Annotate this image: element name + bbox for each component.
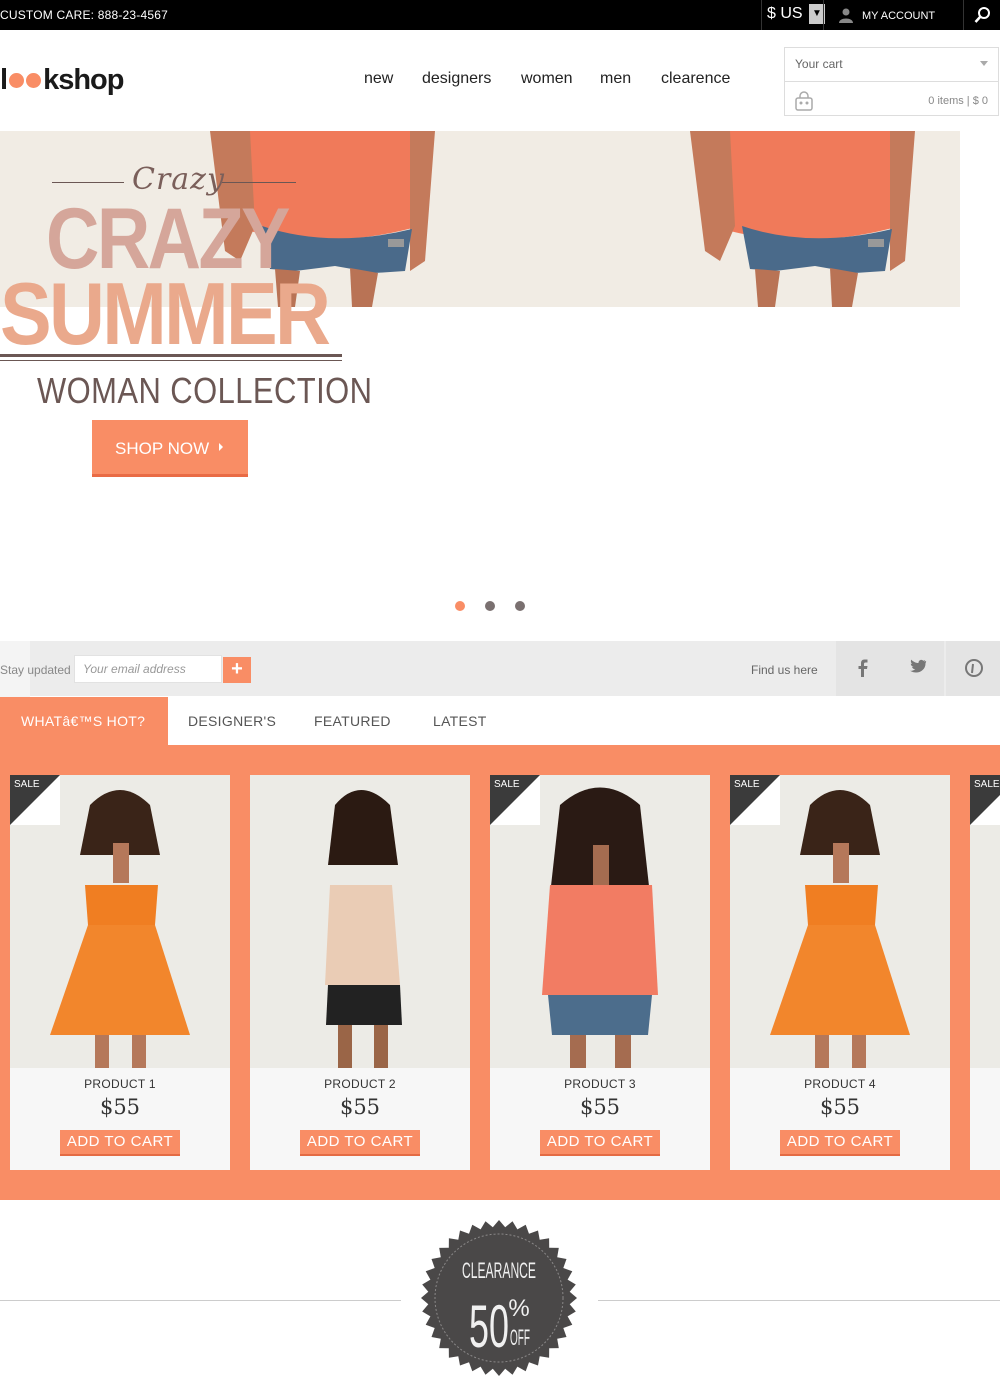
nav-item-women[interactable]: women: [521, 70, 573, 88]
clearance-badge[interactable]: CLEARANCE 50 % OFF: [421, 1220, 577, 1376]
plus-icon: +: [231, 658, 243, 680]
logo-suffix: kshop: [43, 63, 124, 96]
slider-dot-2[interactable]: [485, 601, 495, 611]
sale-label: SALE: [14, 779, 40, 790]
product-price: $55: [819, 1095, 861, 1119]
cart-widget[interactable]: Your cart 0 items | $ 0: [784, 47, 999, 116]
cart-title: Your cart: [795, 57, 843, 71]
tab-label: LATEST: [433, 713, 487, 729]
product-carousel: SALE PRODUCT 1 $55 ADD TO CART PRODUCT 2 $55 A…: [0, 745, 1000, 1200]
hero-subtitle: WOMAN COLLECTION: [37, 370, 373, 411]
clearance-word: CLEARANCE: [462, 1258, 536, 1283]
hero-gap: [960, 131, 1000, 307]
tab-label: WHATâ€™S HOT?: [21, 713, 146, 729]
logo[interactable]: l kshop: [0, 60, 124, 100]
product-card[interactable]: SALE PRODUCT 1 $55 ADD TO CART: [10, 775, 230, 1170]
sale-label: SALE: [974, 779, 1000, 790]
twitter-link[interactable]: [890, 641, 944, 696]
custom-care-text: CUSTOM CARE: 888-23-4567: [0, 8, 168, 22]
clearance-off: OFF: [510, 1325, 530, 1350]
search-button[interactable]: [963, 0, 1000, 30]
hero-title-line2: SUMMER: [0, 264, 331, 363]
cart-dropdown[interactable]: Your cart: [785, 48, 998, 82]
user-icon: [839, 8, 853, 23]
add-to-cart-button[interactable]: ADD TO CART: [540, 1130, 660, 1156]
cart-summary: 0 items | $ 0: [928, 95, 988, 107]
sale-badge: SALE: [730, 775, 780, 825]
divider: [598, 1300, 1000, 1301]
stay-updated-label: Stay updated: [0, 663, 71, 677]
nav-item-men[interactable]: men: [600, 70, 631, 88]
product-tabs: WHATâ€™S HOT? DESIGNER'S FEATURED LATEST: [0, 697, 1000, 745]
add-to-cart-button[interactable]: ADD TO CART: [780, 1130, 900, 1156]
product-card[interactable]: SALE PRODUCT 3 $55 ADD TO CART: [490, 775, 710, 1170]
email-field-wrap: [74, 655, 222, 683]
my-account-label: MY ACCOUNT: [862, 10, 936, 22]
twitter-icon: [910, 659, 927, 673]
divider: [0, 1300, 401, 1301]
pinterest-icon: [965, 659, 983, 677]
sale-label: SALE: [494, 779, 520, 790]
facebook-icon: [858, 659, 868, 677]
newsletter-bar: Stay updated + Find us here: [0, 641, 1000, 707]
slider-dot-3[interactable]: [515, 601, 525, 611]
tab-designers[interactable]: DESIGNER'S: [168, 697, 288, 745]
sale-badge: SALE: [970, 775, 1000, 825]
tab-whats-hot[interactable]: WHATâ€™S HOT?: [0, 697, 168, 745]
tab-featured[interactable]: FEATURED: [294, 697, 404, 745]
search-icon: [974, 7, 990, 23]
clearance-percent: %: [508, 1295, 529, 1322]
nav-item-new[interactable]: new: [364, 70, 393, 88]
shopping-bag-icon: [795, 91, 813, 111]
product-card[interactable]: SALE PRODUCT 4 $55 ADD TO CART: [730, 775, 950, 1170]
logo-glasses-icon: [8, 72, 42, 88]
sale-badge: SALE: [10, 775, 60, 825]
tab-label: DESIGNER'S: [188, 713, 277, 729]
add-to-cart-button[interactable]: ADD TO CART: [60, 1130, 180, 1156]
slider-dot-1[interactable]: [455, 601, 465, 611]
caret-down-icon: [980, 61, 988, 66]
shop-now-button[interactable]: SHOP NOW: [92, 420, 248, 477]
divider: [52, 182, 124, 183]
product-name[interactable]: PRODUCT 3: [490, 1077, 710, 1091]
shop-now-label: SHOP NOW: [115, 439, 210, 458]
sale-label: SALE: [734, 779, 760, 790]
currency-label: $ US: [767, 5, 803, 22]
product-image[interactable]: [250, 775, 470, 1068]
top-bar: CUSTOM CARE: 888-23-4567 $ US ▼ MY ACCOU…: [0, 0, 1000, 30]
divider: [0, 354, 342, 357]
nav-item-clearence[interactable]: clearence: [661, 70, 730, 88]
product-name[interactable]: PRODUCT 1: [10, 1077, 230, 1091]
currency-selector[interactable]: $ US ▼: [761, 0, 825, 30]
slider-dots: [455, 601, 535, 611]
divider: [222, 182, 296, 183]
tab-label: FEATURED: [314, 713, 391, 729]
logo-prefix: l: [0, 63, 8, 96]
product-price: $55: [579, 1095, 621, 1119]
my-account-link[interactable]: MY ACCOUNT: [823, 0, 963, 30]
product-price: $55: [99, 1095, 141, 1119]
nav-item-designers[interactable]: designers: [422, 70, 491, 88]
email-field[interactable]: [75, 656, 221, 682]
product-name[interactable]: PRODUCT 2: [250, 1077, 470, 1091]
product-price: $55: [339, 1095, 381, 1119]
find-us-label: Find us here: [751, 663, 818, 677]
divider: [0, 360, 342, 361]
pinterest-link[interactable]: [946, 641, 1000, 696]
subscribe-button[interactable]: +: [223, 657, 251, 683]
product-card[interactable]: SALE: [970, 775, 1000, 1170]
clearance-number: 50: [469, 1293, 509, 1360]
product-name[interactable]: PRODUCT 4: [730, 1077, 950, 1091]
product-card[interactable]: PRODUCT 2 $55 ADD TO CART: [250, 775, 470, 1170]
arrow-right-icon: [219, 443, 223, 451]
facebook-link[interactable]: [836, 641, 890, 696]
add-to-cart-button[interactable]: ADD TO CART: [300, 1130, 420, 1156]
sale-badge: SALE: [490, 775, 540, 825]
tab-latest[interactable]: LATEST: [414, 697, 514, 745]
page: CUSTOM CARE: 888-23-4567 $ US ▼ MY ACCOU…: [0, 0, 1000, 1382]
hero-model-image-2: [480, 131, 960, 307]
